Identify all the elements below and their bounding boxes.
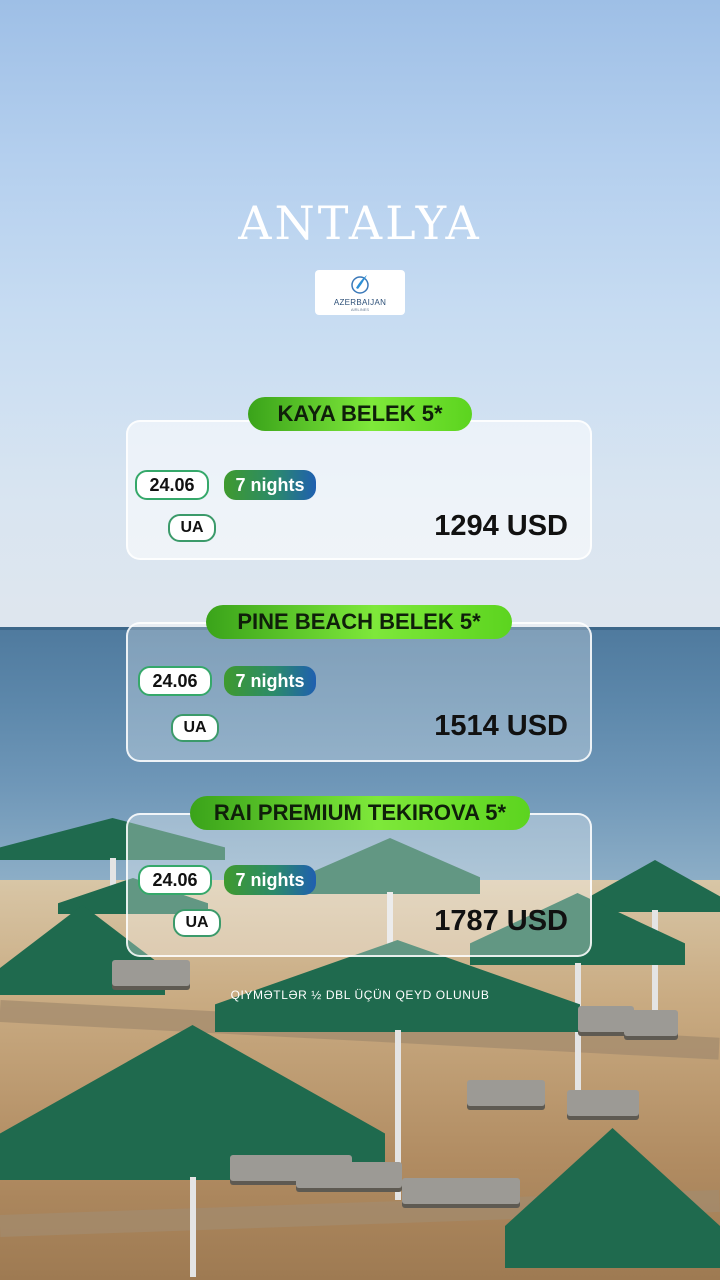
sun-lounger xyxy=(112,960,190,986)
nights-badge: 7 nights xyxy=(224,865,316,895)
sun-lounger xyxy=(567,1090,639,1116)
sun-lounger xyxy=(296,1162,402,1188)
price: 1514 USD xyxy=(434,710,568,742)
price: 1787 USD xyxy=(434,905,568,937)
sun-lounger xyxy=(467,1080,545,1106)
sun-lounger xyxy=(624,1010,678,1036)
nights-badge: 7 nights xyxy=(224,666,316,696)
nights-badge: 7 nights xyxy=(224,470,316,500)
hotel-name: KAYA BELEK 5* xyxy=(248,397,472,431)
price-footnote: QIYMƏTLƏR ½ DBL ÜÇÜN QEYD OLUNUB xyxy=(230,988,490,1002)
destination-title: ANTALYA xyxy=(238,196,482,250)
date-badge: 24.06 xyxy=(138,666,212,696)
hotel-name: PINE BEACH BELEK 5* xyxy=(206,605,512,639)
airline-name: AZERBAIJAN xyxy=(333,298,387,307)
airline-sub: AIRLINES xyxy=(350,307,370,312)
hotel-name: RAI PREMIUM TEKIROVA 5* xyxy=(190,796,530,830)
date-badge: 24.06 xyxy=(138,865,212,895)
board-badge: UA xyxy=(168,514,216,542)
wing-logo-icon xyxy=(351,275,369,294)
umbrella xyxy=(505,1128,720,1268)
board-badge: UA xyxy=(171,714,219,742)
board-badge: UA xyxy=(173,909,221,937)
sun-lounger xyxy=(402,1178,520,1204)
airline-logo: AZERBAIJAN AIRLINES xyxy=(315,270,405,315)
price: 1294 USD xyxy=(434,510,568,542)
date-badge: 24.06 xyxy=(135,470,209,500)
